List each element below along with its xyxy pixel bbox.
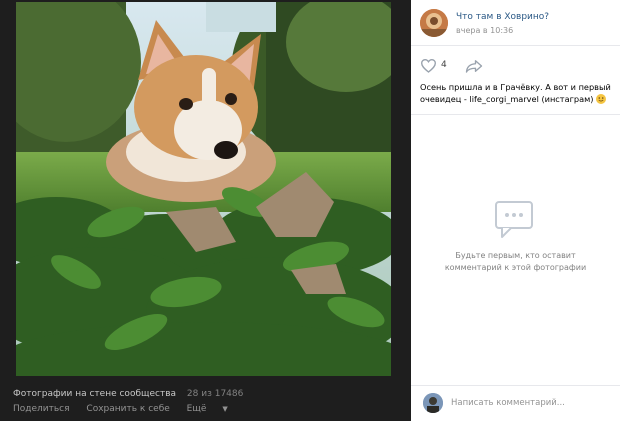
post-author: Что там в Ховрино? вчера в 10:36 — [420, 9, 615, 39]
photo-viewer: Фотографии на стене сообщества 28 из 174… — [0, 0, 620, 421]
empty-comments-placeholder: Будьте первым, кто оставит комментарий к… — [411, 200, 620, 274]
corgi-photo[interactable] — [16, 2, 391, 376]
chevron-down-icon: ▼ — [222, 405, 228, 413]
more-menu[interactable]: Ещё ▼ — [187, 404, 242, 414]
save-to-my-photos-link[interactable]: Сохранить к себе — [86, 404, 169, 414]
divider — [411, 114, 620, 115]
info-pane: Что там в Ховрино? вчера в 10:36 4 Осень… — [411, 0, 620, 421]
post-timestamp[interactable]: вчера в 10:36 — [456, 26, 513, 35]
community-name-link[interactable]: Что там в Ховрино? — [456, 12, 549, 22]
photo-footer: Фотографии на стене сообщества 28 из 174… — [13, 387, 393, 416]
comment-composer — [411, 386, 620, 421]
photo-actions: Поделиться Сохранить к себе Ещё ▼ — [13, 402, 393, 416]
caption-text: Осень пришла и в Грачёвку. А вот и первы… — [420, 82, 611, 104]
album-title-link[interactable]: Фотографии на стене сообщества — [13, 389, 176, 399]
comment-input[interactable] — [451, 394, 611, 412]
photo-counter: 28 из 17486 — [186, 389, 244, 399]
empty-comments-text: Будьте первым, кто оставит комментарий к… — [444, 251, 587, 272]
like-count: 4 — [441, 60, 447, 70]
smile-emoji-icon — [596, 94, 607, 104]
heart-icon — [420, 59, 437, 73]
share-link[interactable]: Поделиться — [13, 404, 70, 414]
album-info: Фотографии на стене сообщества 28 из 174… — [13, 387, 393, 401]
post-actions: 4 — [420, 57, 610, 75]
user-avatar[interactable] — [423, 393, 443, 413]
community-avatar[interactable] — [420, 9, 448, 37]
share-arrow-icon — [465, 60, 483, 73]
post-caption: Осень пришла и в Грачёвку. А вот и первы… — [420, 81, 616, 105]
share-button[interactable] — [465, 58, 483, 77]
divider — [411, 45, 620, 46]
more-label: Ещё — [186, 404, 207, 414]
photo-pane: Фотографии на стене сообщества 28 из 174… — [0, 0, 411, 421]
comments-bubble-icon — [494, 200, 538, 240]
